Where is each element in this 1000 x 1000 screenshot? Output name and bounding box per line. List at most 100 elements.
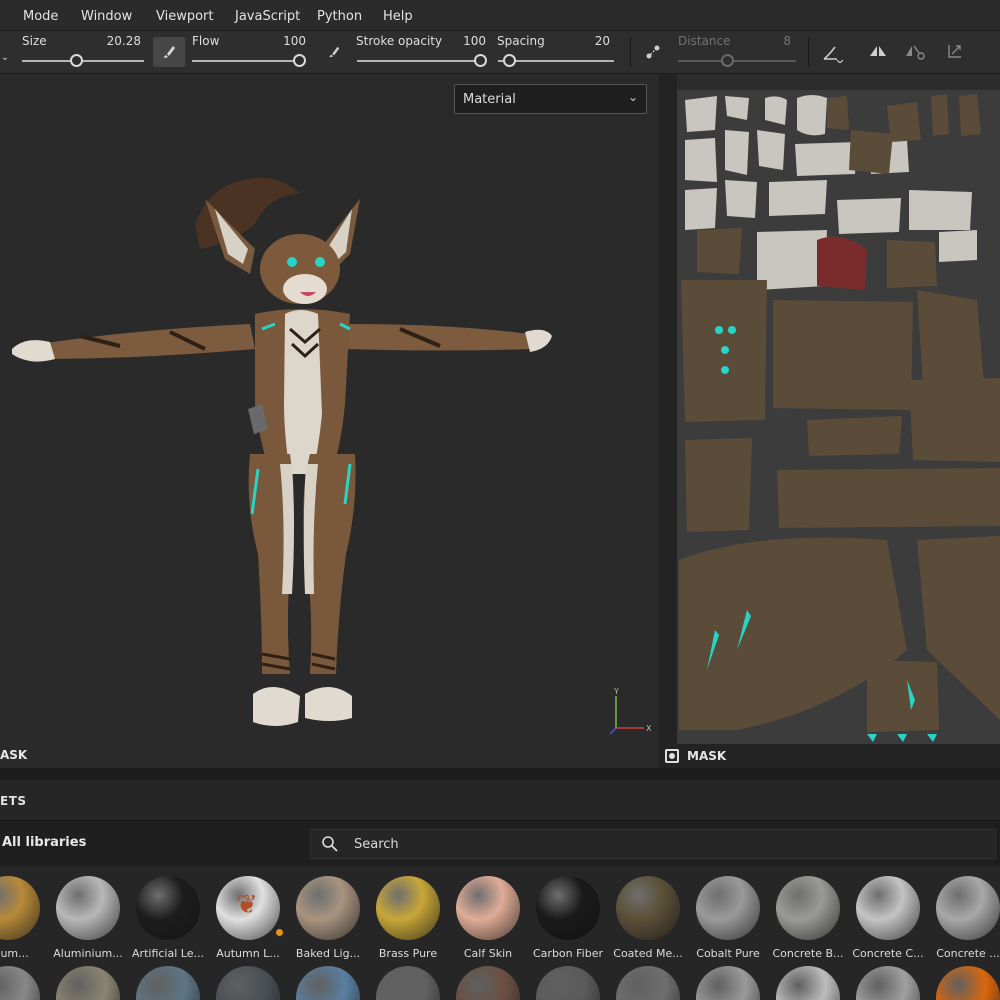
material-preview-sphere [296, 876, 360, 940]
stroke-opacity-value[interactable]: 100 [446, 34, 486, 48]
transform-icon[interactable] [940, 39, 968, 65]
assets-filter-bar: All libraries Search [0, 820, 1000, 866]
material-name: Concrete C... [852, 947, 924, 960]
material-preview-sphere[interactable] [776, 966, 840, 1000]
material-tile[interactable]: Baked Lig... [288, 866, 368, 960]
material-tile[interactable]: Concrete C... [848, 866, 928, 960]
search-field[interactable]: Search [310, 829, 996, 859]
flow-label: Flow [192, 34, 220, 48]
material-preview-sphere[interactable] [136, 966, 200, 1000]
material-preview-sphere [936, 876, 1000, 940]
stroke-opacity-slider-track[interactable] [357, 60, 485, 62]
material-preview-sphere[interactable] [696, 966, 760, 1000]
chevron-down-icon[interactable]: ⌄ [0, 49, 10, 65]
material-preview-sphere[interactable] [376, 966, 440, 1000]
material-tile[interactable]: Coated Me... [608, 866, 688, 960]
material-preview-sphere[interactable] [296, 966, 360, 1000]
material-tile[interactable]: Cobalt Pure [688, 866, 768, 960]
material-name: Brass Pure [378, 947, 438, 960]
menu-javascript[interactable]: JavaScript [235, 9, 300, 24]
material-name: inium... [0, 947, 29, 960]
material-preview-sphere[interactable] [536, 966, 600, 1000]
material-preview-sphere [536, 876, 600, 940]
size-slider-handle[interactable] [70, 54, 83, 67]
panel-gap [0, 768, 1000, 780]
symmetry-settings-icon[interactable] [900, 39, 930, 65]
material-tile[interactable]: Concrete ... [928, 866, 1000, 960]
brush-tool-icon[interactable] [153, 37, 185, 67]
search-placeholder: Search [354, 837, 399, 852]
material-tile[interactable]: Brass Pure [368, 866, 448, 960]
material-name: Artificial Le... [132, 947, 204, 960]
menu-viewport[interactable]: Viewport [156, 9, 214, 24]
material-preview-sphere [136, 876, 200, 940]
material-preview-sphere [56, 876, 120, 940]
mask-bar-2d: MASK [659, 744, 1000, 768]
material-preview-sphere[interactable] [856, 966, 920, 1000]
stroke-opacity-label: Stroke opacity [356, 34, 443, 48]
menu-help[interactable]: Help [383, 9, 413, 24]
alignment-icon[interactable] [816, 39, 848, 67]
uv-texture-sheet [677, 90, 1000, 750]
material-preview-sphere [616, 876, 680, 940]
material-preview-sphere[interactable] [616, 966, 680, 1000]
viewport-3d[interactable]: Material ⌄ Y X ASK [0, 74, 659, 768]
spacing-value[interactable]: 20 [570, 34, 610, 48]
material-name: Baked Lig... [295, 947, 361, 960]
material-name: Calf Skin [463, 947, 513, 960]
material-tile[interactable]: Carbon Fiber [528, 866, 608, 960]
uv-islands [679, 94, 1000, 742]
viewport-2d[interactable] [677, 74, 1000, 768]
material-preview-sphere[interactable] [936, 966, 1000, 1000]
material-tile[interactable]: Aluminium... [48, 866, 128, 960]
distance-label: Distance [678, 34, 731, 48]
mask-label-2d: MASK [687, 749, 727, 763]
size-slider-track[interactable] [22, 60, 144, 62]
material-name: Coated Me... [613, 947, 683, 960]
flow-slider-handle[interactable] [293, 54, 306, 67]
assets-panel-title: ETS [0, 794, 27, 808]
library-selector[interactable]: All libraries [2, 835, 86, 850]
menu-mode[interactable]: Mode [23, 9, 58, 24]
size-label: Size [22, 34, 47, 48]
material-preview-sphere [456, 876, 520, 940]
mask-label-3d: ASK [0, 748, 28, 762]
material-preview-sphere[interactable] [0, 966, 40, 1000]
material-tile[interactable]: ❦ Autumn L... [208, 866, 288, 960]
material-preview-sphere [776, 876, 840, 940]
mask-toggle-icon[interactable] [665, 749, 679, 763]
flow-slider-track[interactable] [192, 60, 304, 62]
size-value[interactable]: 20.28 [101, 34, 141, 48]
toolbar-separator-2 [808, 37, 809, 67]
menubar: Mode Window Viewport JavaScript Python H… [0, 0, 1000, 31]
material-preview-sphere[interactable] [456, 966, 520, 1000]
menu-python[interactable]: Python [317, 9, 362, 24]
spacing-slider-handle[interactable] [503, 54, 516, 67]
material-name: Cobalt Pure [696, 947, 760, 960]
material-tile[interactable]: Artificial Le... [128, 866, 208, 960]
brush-toolbar: ⌄ Size 20.28 Flow 100 Stroke opacity 100… [0, 31, 1000, 74]
distance-slider-handle [721, 54, 734, 67]
material-preview-sphere [376, 876, 440, 940]
stroke-opacity-slider-handle[interactable] [474, 54, 487, 67]
lazy-mouse-icon[interactable] [640, 39, 666, 65]
viewport-divider[interactable] [659, 74, 677, 768]
material-preview-sphere[interactable] [216, 966, 280, 1000]
distance-slider-track [678, 60, 796, 62]
material-tile[interactable]: Calf Skin [448, 866, 528, 960]
symmetry-icon[interactable] [864, 39, 892, 65]
menu-window[interactable]: Window [81, 9, 132, 24]
brush-opacity-icon[interactable] [322, 39, 346, 65]
material-preview-sphere[interactable] [56, 966, 120, 1000]
axis-gizmo: Y X [609, 687, 652, 735]
material-name: Aluminium... [53, 947, 123, 960]
material-tile[interactable]: inium... [0, 866, 48, 960]
spacing-label: Spacing [497, 34, 545, 48]
y-axis-label: Y [613, 687, 619, 696]
flow-value[interactable]: 100 [266, 34, 306, 48]
assets-grid: inium... Aluminium... Artificial Le... ❦ Aut… [0, 866, 1000, 1000]
toolbar-separator [630, 37, 631, 67]
material-preview-sphere [0, 876, 40, 940]
material-tile[interactable]: Concrete B... [768, 866, 848, 960]
material-preview-sphere [696, 876, 760, 940]
